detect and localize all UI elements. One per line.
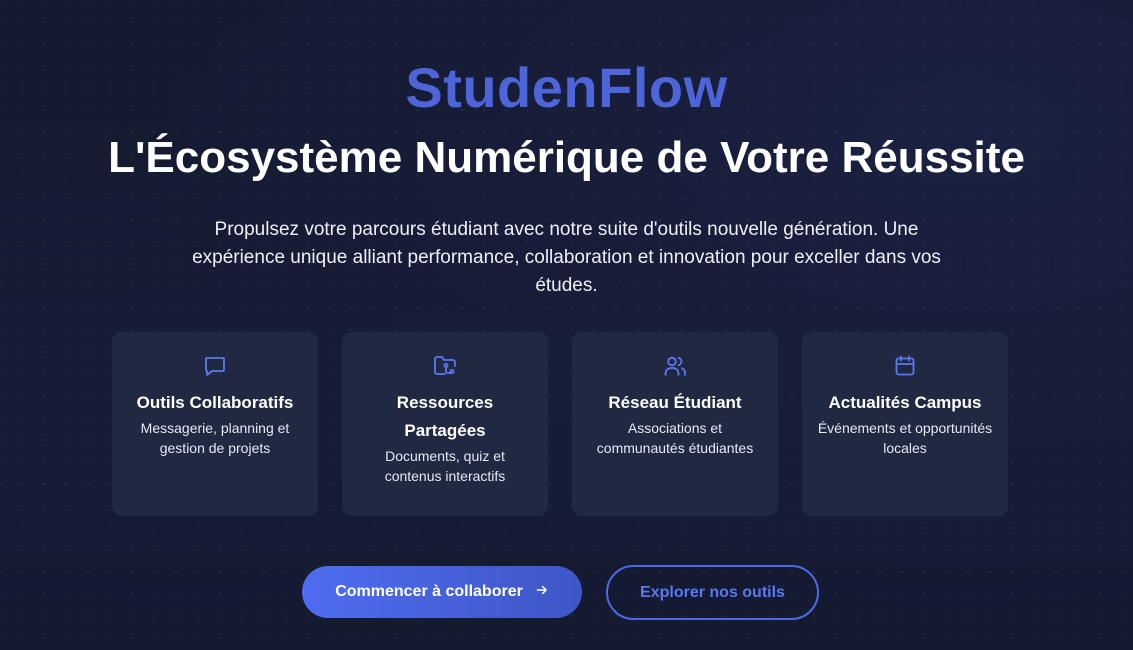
feature-desc: Messagerie, planning et gestion de proje… xyxy=(140,420,290,456)
feature-title: Actualités Campus xyxy=(828,393,982,412)
start-collaborating-button[interactable]: Commencer à collaborer xyxy=(302,566,582,618)
feature-title: Ressources Partagées xyxy=(396,393,494,440)
arrow-right-icon xyxy=(535,583,549,601)
calendar-icon xyxy=(816,354,994,382)
feature-title: Réseau Étudiant xyxy=(608,393,742,412)
feature-desc: Documents, quiz et contenus interactifs xyxy=(384,448,506,484)
hero-lead: Propulsez votre parcours étudiant avec n… xyxy=(192,219,941,296)
start-collaborating-label: Commencer à collaborer xyxy=(335,583,523,600)
feature-card-reseau: Réseau Étudiant Associations et communau… xyxy=(572,332,778,516)
explore-tools-button[interactable]: Explorer nos outils xyxy=(606,565,819,620)
feature-card-actualites: Actualités Campus Événements et opportun… xyxy=(802,332,1008,516)
brand-title: StudenFlow xyxy=(405,56,728,119)
hero-section: StudenFlow L'Écosystème Numérique de Vot… xyxy=(0,0,1133,650)
users-icon xyxy=(586,354,764,382)
feature-card-collaboratifs: Outils Collaboratifs Messagerie, plannin… xyxy=(112,332,318,516)
feature-card-ressources: Ressources Partagées Documents, quiz et … xyxy=(342,332,548,516)
feature-title: Outils Collaboratifs xyxy=(136,393,294,412)
hero-headline: L'Écosystème Numérique de Votre Réussite xyxy=(108,133,1025,182)
chat-bubble-icon xyxy=(126,354,304,382)
shared-folder-icon xyxy=(356,354,534,382)
feature-desc: Associations et communautés étudiantes xyxy=(596,420,754,456)
feature-cards: Outils Collaboratifs Messagerie, plannin… xyxy=(112,332,1008,516)
feature-desc: Événements et opportunités locales xyxy=(817,420,993,456)
